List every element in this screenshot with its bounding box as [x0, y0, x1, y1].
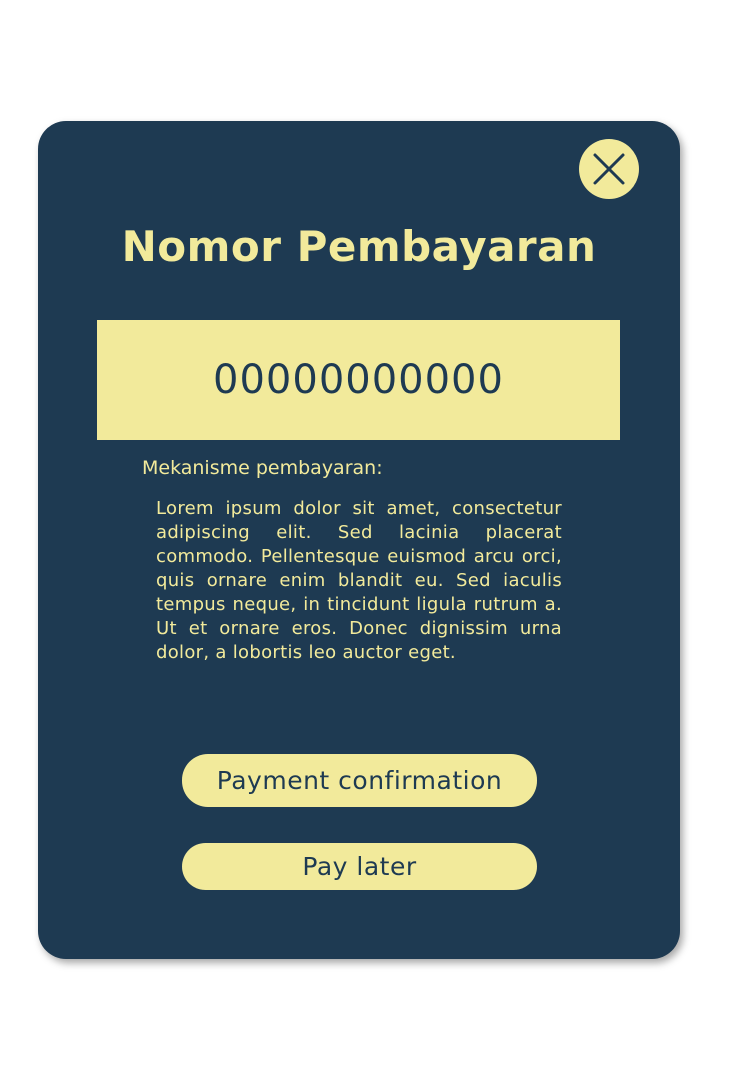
payment-number-box: 00000000000 [97, 320, 620, 440]
modal-title: Nomor Pembayaran [121, 222, 597, 271]
pay-later-button[interactable]: Pay later [182, 843, 537, 890]
payment-mechanism-label: Mekanisme pembayaran: [142, 457, 383, 479]
payment-number: 00000000000 [213, 357, 504, 403]
payment-mechanism-text: Lorem ipsum dolor sit amet, consectetur … [156, 498, 562, 663]
payment-confirmation-button[interactable]: Payment confirmation [182, 754, 537, 807]
payment-number-modal: Nomor Pembayaran 00000000000 Mekanisme p… [38, 121, 680, 959]
close-icon [593, 153, 625, 185]
close-button[interactable] [579, 139, 639, 199]
